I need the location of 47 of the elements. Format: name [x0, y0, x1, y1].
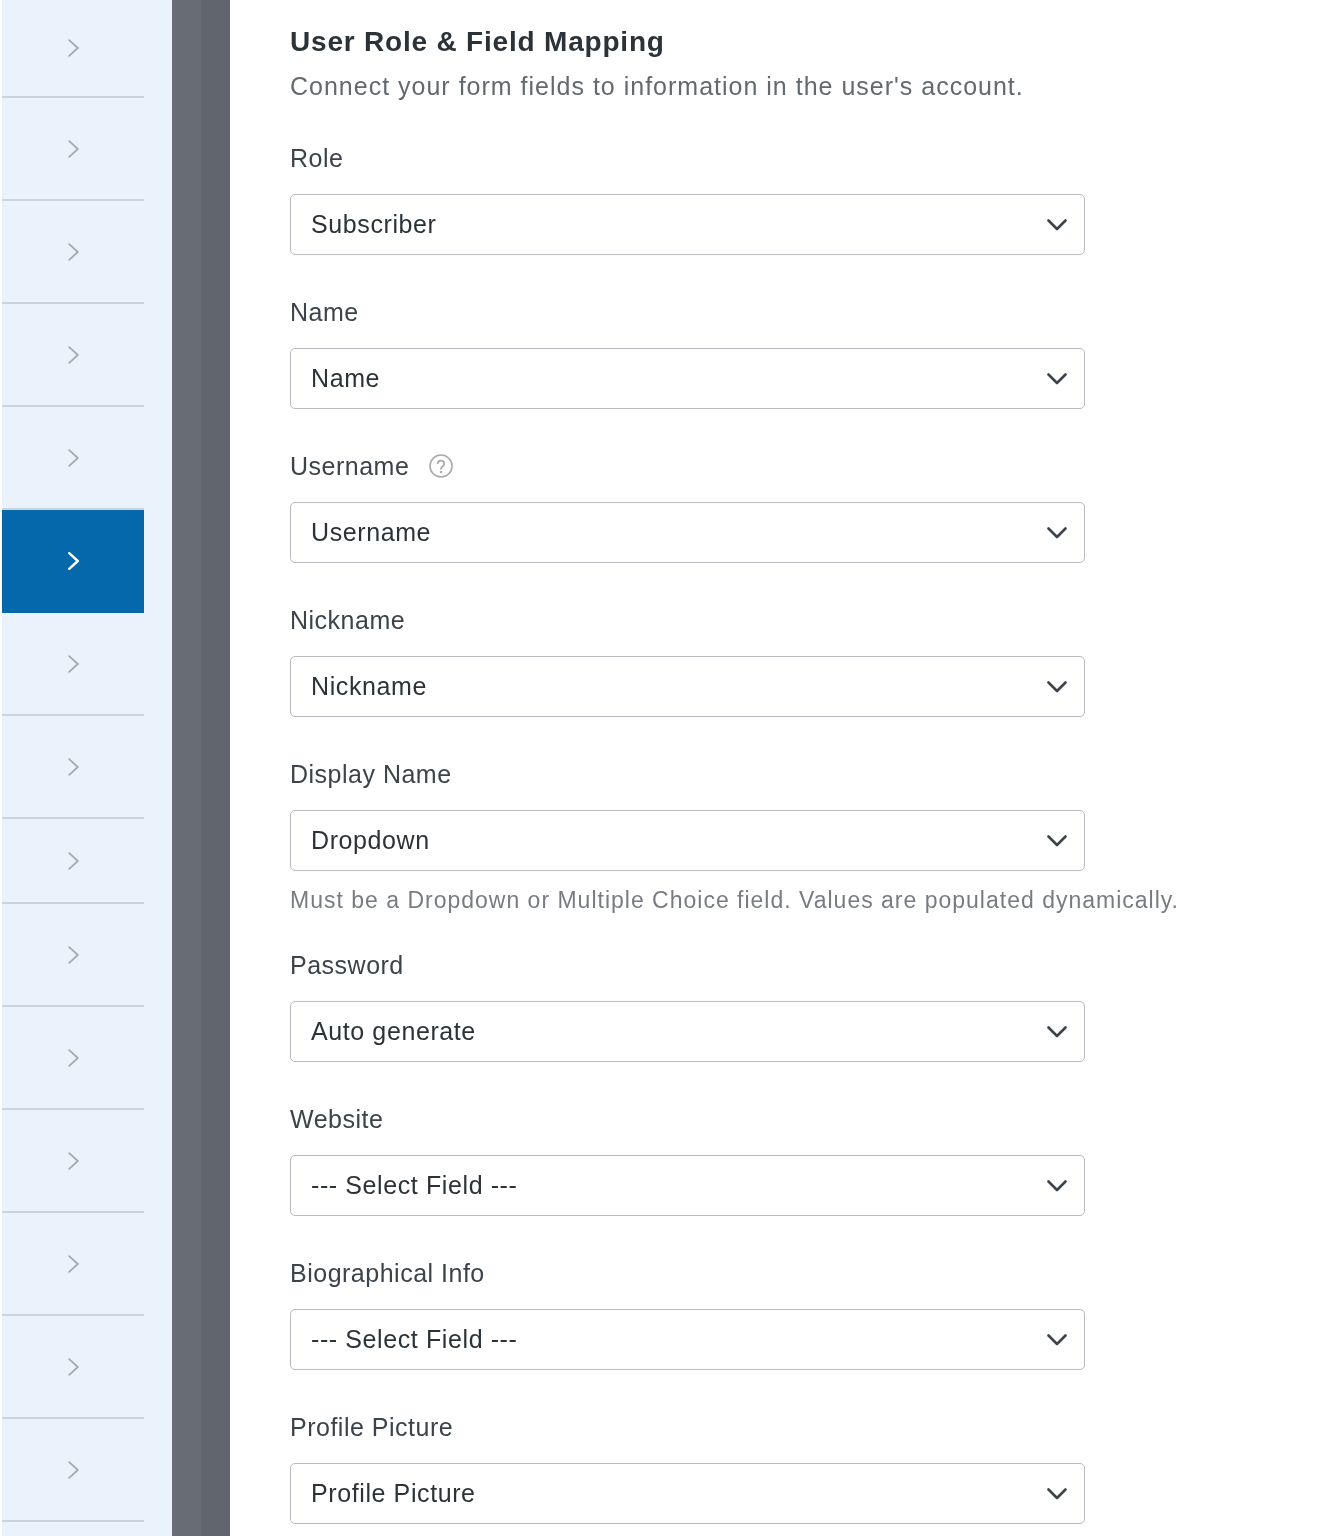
field-label: Nickname	[290, 605, 406, 635]
chevron-down-icon	[1047, 372, 1067, 385]
chevron-down-icon	[1047, 218, 1067, 231]
field-hint: Must be a Dropdown or Multiple Choice field. Values are populated dynamically.	[290, 886, 1179, 915]
chevron-right-icon	[67, 757, 79, 776]
chevron-right-icon	[67, 448, 79, 467]
field-label: Profile Picture	[290, 1412, 454, 1442]
field-label: Website	[290, 1104, 384, 1134]
chevron-down-icon	[1047, 526, 1067, 539]
chevron-right-icon	[67, 39, 79, 57]
section-description: Connect your form fields to information in the user's account.	[290, 71, 1025, 101]
dropdown-field[interactable]: Auto generate	[290, 1001, 1085, 1062]
dropdown-field[interactable]: Username	[290, 502, 1085, 563]
dropdown-field[interactable]: Dropdown	[290, 810, 1085, 871]
field-label: Display Name	[290, 759, 452, 789]
chevron-down-icon	[1047, 1487, 1067, 1500]
chevron-down-icon	[1047, 680, 1067, 693]
chevron-down-icon	[1047, 834, 1067, 847]
chevron-right-icon	[67, 1357, 79, 1376]
field-label: Biographical Info	[290, 1258, 485, 1288]
field-label: Password	[290, 950, 404, 980]
sidebar-item[interactable]	[2, 510, 144, 613]
field-label: Name	[290, 297, 359, 327]
chevron-right-icon	[67, 1151, 79, 1170]
field-label: Username	[290, 451, 410, 481]
chevron-right-icon	[67, 1460, 79, 1479]
chevron-right-icon	[67, 1048, 79, 1067]
section-title: User Role & Field Mapping	[290, 25, 666, 59]
dropdown-field[interactable]: Nickname	[290, 656, 1085, 717]
dropdown-field[interactable]: --- Select Field ---	[290, 1155, 1085, 1216]
dropdown-field[interactable]: --- Select Field ---	[290, 1309, 1085, 1370]
chevron-right-icon	[67, 551, 79, 570]
chevron-right-icon	[67, 139, 79, 158]
chevron-right-icon	[67, 1254, 79, 1273]
help-icon[interactable]	[429, 454, 454, 478]
chevron-down-icon	[1047, 1333, 1067, 1346]
chevron-down-icon	[1047, 1179, 1067, 1192]
chevron-right-icon	[67, 242, 79, 261]
chevron-right-icon	[67, 654, 79, 673]
field-label: Role	[290, 143, 344, 173]
chevron-right-icon	[67, 851, 79, 870]
chevron-right-icon	[67, 945, 79, 964]
chevron-down-icon	[1047, 1025, 1067, 1038]
dropdown-field[interactable]: Subscriber	[290, 194, 1085, 255]
chevron-right-icon	[67, 345, 79, 364]
dropdown-field[interactable]: Profile Picture	[290, 1463, 1085, 1524]
dropdown-field[interactable]: Name	[290, 348, 1085, 409]
